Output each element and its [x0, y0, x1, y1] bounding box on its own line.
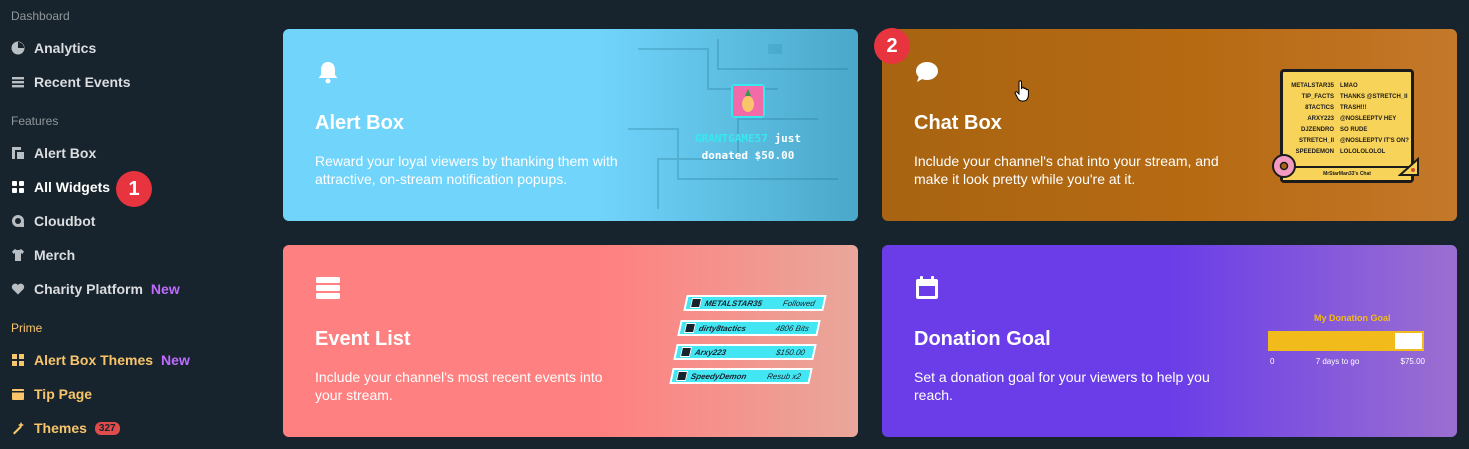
sidebar-item-alert-box[interactable]: Alert Box — [11, 141, 96, 165]
sidebar-item-label: Recent Events — [34, 74, 131, 90]
card-description: Include your channel's chat into your st… — [914, 153, 1219, 187]
sidebar-item-label: Alert Box — [34, 145, 97, 161]
goal-start-label: 0 — [1270, 357, 1275, 366]
sidebar-item-label: All Widgets — [34, 179, 111, 195]
sidebar-item-label: Alert Box Themes — [34, 352, 154, 368]
event-preview-row: Arxy223 $150.00 — [673, 344, 817, 360]
sidebar-item-label: Charity Platform — [34, 281, 143, 297]
calendar-icon — [916, 276, 938, 299]
alert-avatar-image — [731, 84, 765, 118]
themes-grid-icon — [11, 353, 25, 367]
tip-page-icon — [11, 387, 25, 401]
alert-preview-message: GRANTGAME57 just donated $50.00 — [693, 130, 803, 164]
card-title: Alert Box — [315, 112, 404, 134]
chat-row: METALSTAR35 LMAO — [1291, 82, 1358, 89]
sidebar-item-label: Merch — [34, 247, 76, 263]
list-icon — [316, 277, 340, 299]
circuit-decoration — [628, 39, 848, 209]
sidebar-item-alert-box-themes[interactable]: Alert Box Themes New — [11, 348, 190, 372]
card-description: Reward your loyal viewers by thanking th… — [315, 153, 618, 187]
sidebar-item-recent-events[interactable]: Recent Events — [11, 70, 130, 94]
sidebar-item-analytics[interactable]: Analytics — [11, 36, 96, 60]
section-label-features: Features — [11, 114, 59, 128]
goal-preview-labels: 0 7 days to go $75.00 — [1270, 357, 1425, 366]
donation-goal-card[interactable]: Donation Goal Set a donation goal for yo… — [882, 245, 1457, 437]
chat-preview-panel: METALSTAR35 LMAO TIP_FACTS THANKS @STRETCH… — [1280, 69, 1414, 183]
goal-progress-fill — [1270, 333, 1395, 349]
list-icon — [11, 75, 25, 89]
alert-preview-amount: donated $50.00 — [701, 149, 795, 162]
event-list-card[interactable]: Event List Include your channel's most r… — [283, 245, 858, 437]
alert-box-card[interactable]: Alert Box Reward your loyal viewers by t… — [283, 29, 858, 221]
sidebar-item-all-widgets[interactable]: All Widgets — [11, 175, 110, 199]
section-label-prime: Prime — [11, 321, 43, 335]
sidebar-item-label: Analytics — [34, 40, 97, 56]
sidebar-item-tip-page[interactable]: Tip Page — [11, 382, 92, 406]
card-title: Chat Box — [914, 112, 1002, 134]
sidebar: Dashboard Analytics Recent Events Featur… — [0, 0, 250, 449]
alert-preview-name: GRANTGAME57 — [695, 132, 768, 145]
sidebar-item-charity-platform[interactable]: Charity Platform New — [11, 277, 180, 301]
event-preview-row: METALSTAR35 Followed — [683, 295, 827, 311]
goal-progress-bar — [1268, 331, 1424, 351]
sidebar-item-merch[interactable]: Merch — [11, 243, 75, 267]
card-title: Donation Goal — [914, 328, 1051, 350]
wand-icon — [11, 421, 25, 435]
chat-bubble-icon — [916, 62, 938, 82]
chat-preview-footer: MrStarMan33's Chat — [1283, 166, 1411, 180]
step-badge-2: 2 — [874, 28, 910, 64]
section-label-dashboard: Dashboard — [11, 9, 70, 23]
card-description: Include your channel's most recent event… — [315, 369, 603, 403]
analytics-icon — [11, 41, 25, 55]
chat-row: SPEEDEMON LOLOLOLOLOL — [1295, 148, 1386, 155]
card-description: Set a donation goal for your viewers to … — [914, 369, 1210, 403]
heart-icon — [11, 282, 25, 296]
grid-icon — [11, 180, 25, 194]
bell-icon — [318, 62, 338, 84]
alert-preview-suffix: just — [767, 132, 801, 145]
alert-box-icon — [11, 146, 25, 160]
chat-row: 8TACTICS TRASH!!! — [1305, 104, 1367, 111]
card-title: Event List — [315, 328, 411, 350]
new-badge: New — [161, 352, 190, 368]
sidebar-item-label: Tip Page — [34, 386, 93, 402]
cloudbot-icon — [11, 214, 25, 228]
sidebar-item-themes[interactable]: Themes 327 — [11, 416, 120, 440]
sidebar-item-cloudbot[interactable]: Cloudbot — [11, 209, 95, 233]
chat-box-card[interactable]: Chat Box Include your channel's chat int… — [882, 29, 1457, 221]
pizza-icon — [1398, 157, 1419, 176]
goal-middle-label: 7 days to go — [1315, 357, 1360, 366]
shirt-icon — [11, 248, 25, 262]
sidebar-item-label: Cloudbot — [34, 213, 96, 229]
event-preview-row: SpeedyDemon Resub x2 — [669, 368, 813, 384]
hand-cursor-icon — [1014, 80, 1029, 102]
step-badge-1: 1 — [116, 171, 152, 207]
donut-icon — [1272, 154, 1296, 178]
chat-row: TIP_FACTS THANKS @STRETCH_II — [1301, 93, 1408, 100]
chat-row: ARXY223 @NOSLEEPTV HEY — [1307, 115, 1397, 122]
goal-preview-title: My Donation Goal — [1314, 313, 1391, 323]
event-preview-row: dirty8tactics 4806 Bits — [677, 320, 821, 336]
goal-end-label: $75.00 — [1400, 357, 1425, 366]
chat-row: STRETCH_II @NOSLEEPTV IT'S ON? — [1298, 137, 1409, 144]
chat-row: DJZENDRO SO RUDE — [1300, 126, 1368, 133]
themes-count-badge: 327 — [94, 421, 120, 435]
new-badge: New — [150, 281, 180, 297]
sidebar-item-label: Themes — [34, 420, 87, 436]
